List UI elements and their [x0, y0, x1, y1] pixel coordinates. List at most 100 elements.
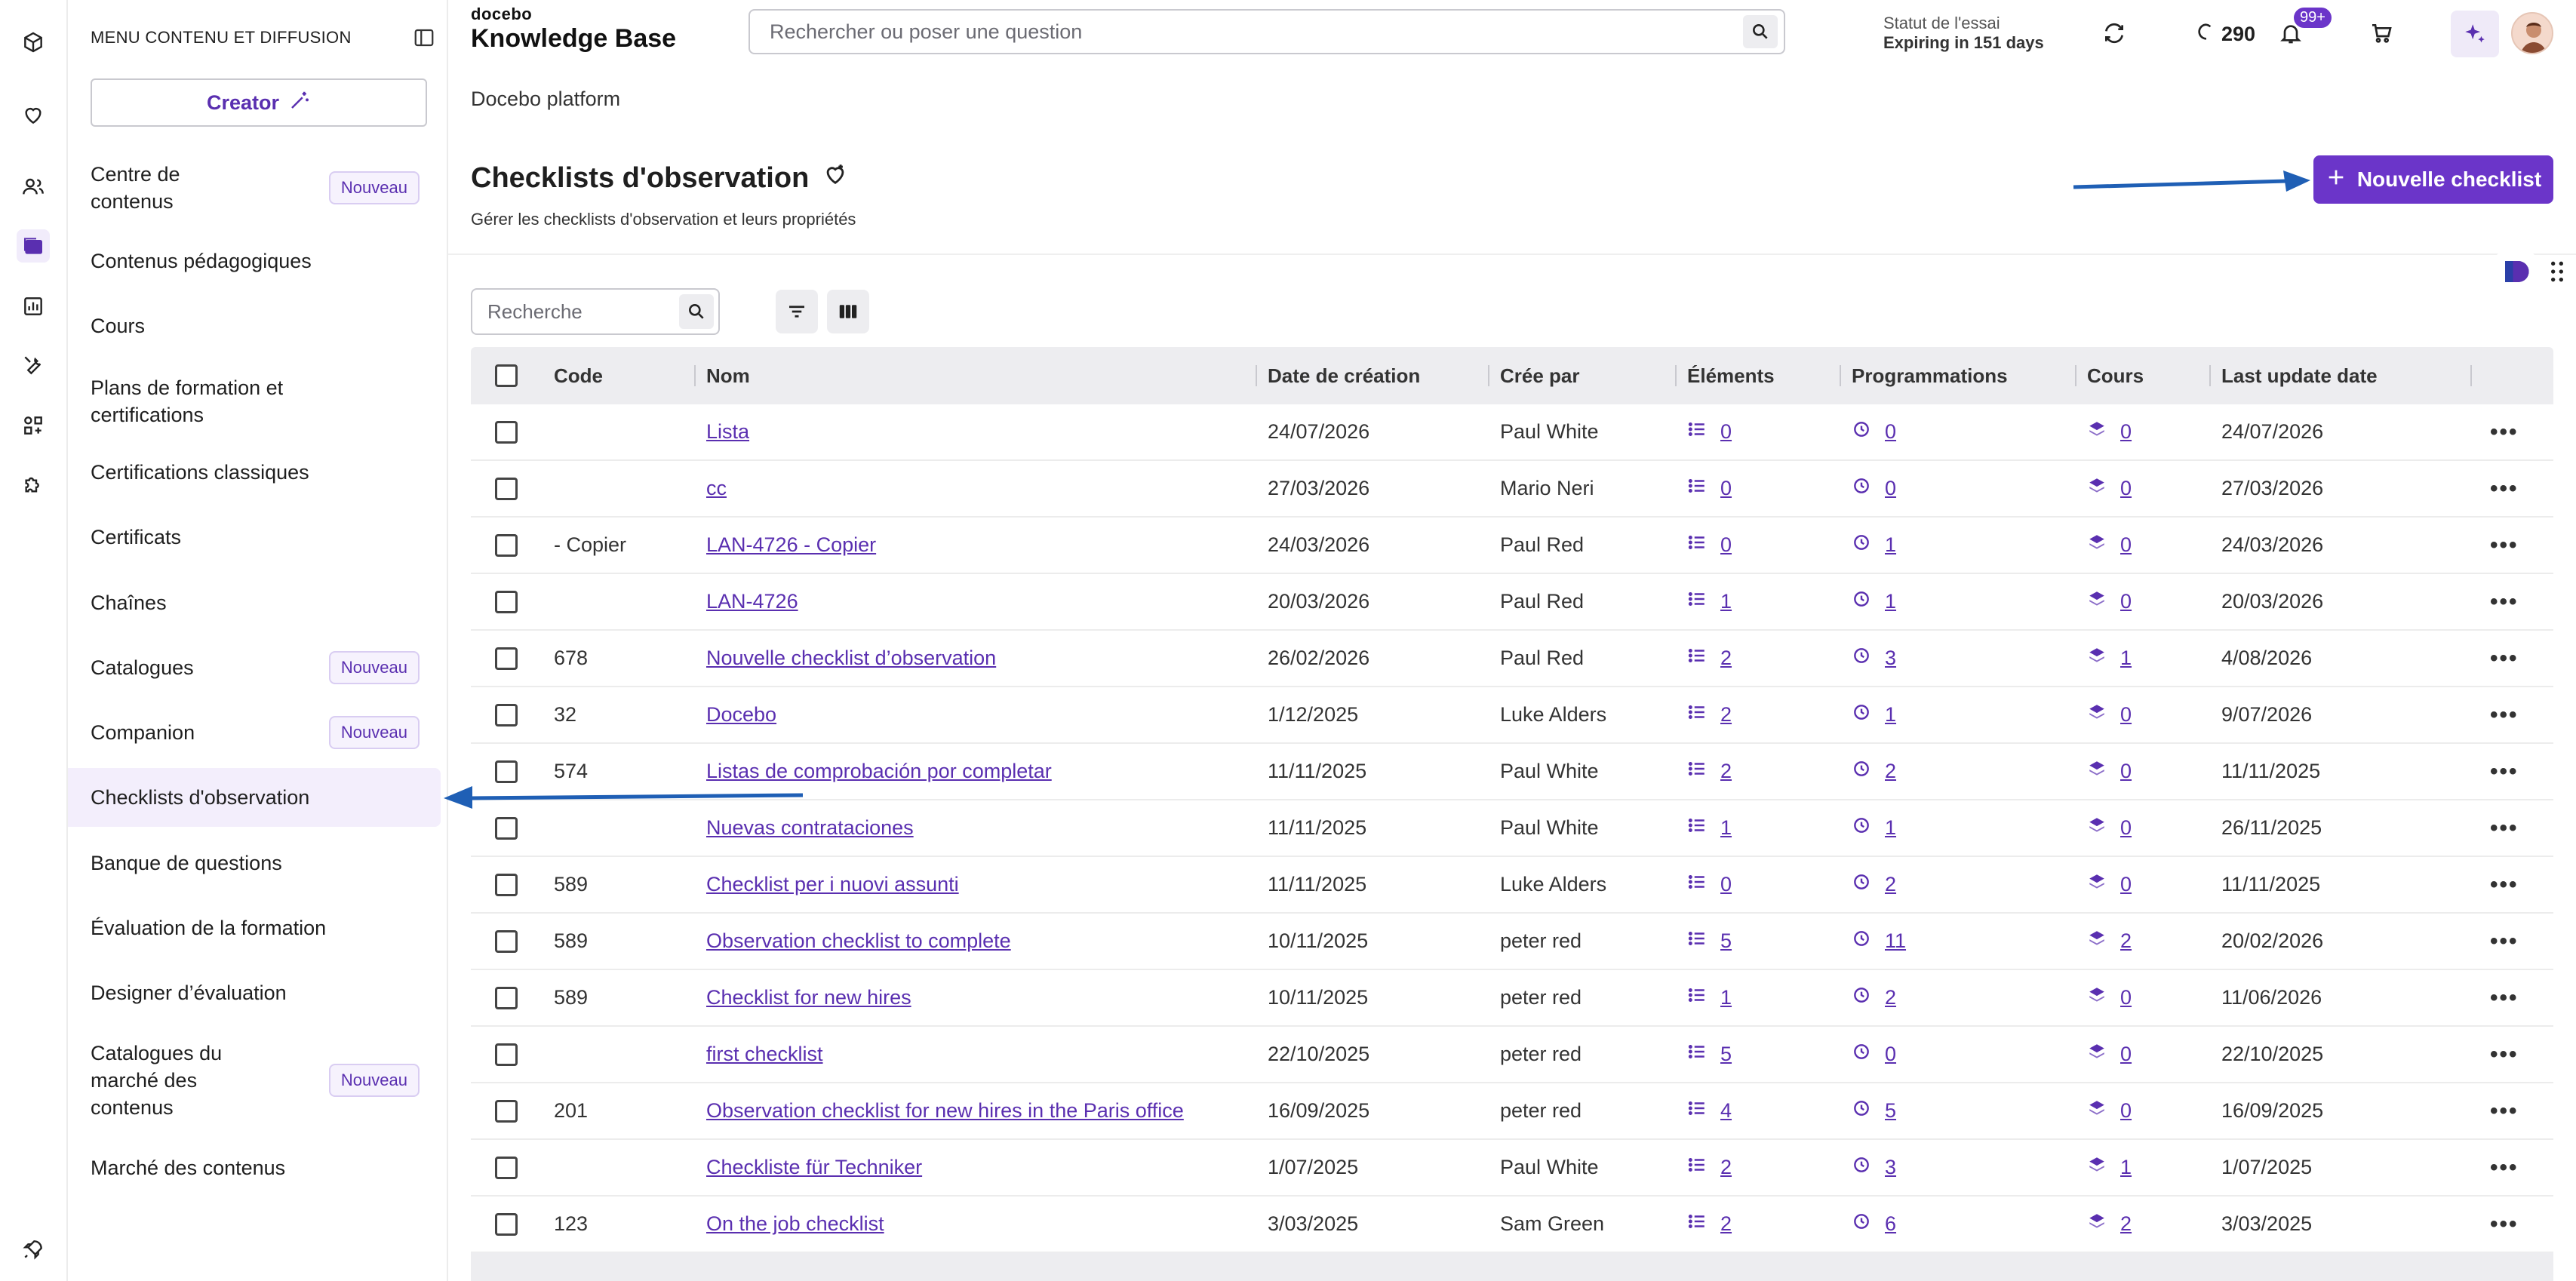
favorite-heart-icon[interactable] [822, 161, 848, 195]
courses-count-link[interactable]: 0 [2120, 760, 2132, 783]
courses-count-link[interactable]: 2 [2120, 1212, 2132, 1236]
content-icon[interactable] [17, 229, 50, 263]
schedules-count-link[interactable]: 5 [1885, 1099, 1896, 1123]
table-search-input[interactable]: Recherche [471, 288, 720, 335]
more-actions-icon[interactable]: ••• [2490, 816, 2519, 841]
elements-count-link[interactable]: 1 [1720, 590, 1732, 613]
menu-item-cours[interactable]: Cours [68, 299, 441, 353]
global-search-input[interactable]: Rechercher ou poser une question [749, 9, 1785, 54]
table-row[interactable]: 589 Checklist for new hires 10/11/2025 pete… [471, 970, 2553, 1027]
column-header-last-update[interactable]: Last update date [2221, 347, 2378, 404]
row-checkbox[interactable] [495, 404, 518, 459]
checklist-name-link[interactable]: Checklist for new hires [706, 986, 911, 1009]
avatar[interactable] [2511, 12, 2553, 54]
more-actions-icon[interactable]: ••• [2490, 646, 2519, 671]
courses-count-link[interactable]: 0 [2120, 986, 2132, 1009]
breadcrumb[interactable]: Docebo platform [471, 88, 620, 111]
checklist-name-link[interactable]: Observation checklist for new hires in t… [706, 1099, 1184, 1123]
elements-count-link[interactable]: 5 [1720, 1043, 1732, 1066]
table-row[interactable]: 589 Checklist per i nuovi assunti 11/11/20… [471, 857, 2553, 914]
schedules-count-link[interactable]: 0 [1885, 420, 1896, 444]
column-header-programmations[interactable]: Programmations [1852, 347, 2008, 404]
column-header-date-creation[interactable]: Date de création [1268, 347, 1420, 404]
users-icon[interactable] [17, 170, 50, 204]
menu-item-designer-evaluation[interactable]: Designer d’évaluation [68, 966, 441, 1020]
table-row[interactable]: LAN-4726 20/03/2026 Paul Red 1 1 0 20/03/2026 •… [471, 574, 2553, 631]
more-actions-icon[interactable]: ••• [2490, 589, 2519, 615]
table-row[interactable]: 201 Observation checklist for new hires i… [471, 1083, 2553, 1140]
elements-count-link[interactable]: 0 [1720, 420, 1732, 444]
search-icon[interactable] [679, 294, 714, 329]
schedules-count-link[interactable]: 1 [1885, 816, 1896, 840]
menu-item-evaluation-formation[interactable]: Évaluation de la formation [68, 901, 441, 955]
puzzle-icon[interactable] [17, 468, 50, 501]
ai-assistant-sparkle-icon[interactable] [2451, 11, 2499, 57]
row-checkbox[interactable] [495, 857, 518, 912]
courses-count-link[interactable]: 0 [2120, 1043, 2132, 1066]
menu-item-plans-formation[interactable]: Plans de formation et certifications [68, 367, 441, 436]
reports-icon[interactable] [17, 290, 50, 323]
table-row[interactable]: Lista 24/07/2026 Paul White 0 0 0 24/07/2026 ••… [471, 404, 2553, 461]
column-header-cours[interactable]: Cours [2087, 347, 2144, 404]
more-actions-icon[interactable]: ••• [2490, 419, 2519, 445]
elements-count-link[interactable]: 2 [1720, 703, 1732, 727]
menu-item-centre-contenus[interactable]: Centre de contenus Nouveau [68, 157, 441, 219]
schedules-count-link[interactable]: 0 [1885, 1043, 1896, 1066]
help-widget-icon[interactable] [2496, 252, 2535, 291]
menu-item-chaines[interactable]: Chaînes [68, 576, 441, 630]
courses-count-link[interactable]: 0 [2120, 703, 2132, 727]
row-checkbox[interactable] [495, 518, 518, 573]
tools-icon[interactable] [17, 349, 50, 382]
collapse-sidebar-icon[interactable] [410, 24, 438, 51]
schedules-count-link[interactable]: 11 [1885, 929, 1906, 953]
courses-count-link[interactable]: 2 [2120, 929, 2132, 953]
table-row[interactable]: 32 Docebo 1/12/2025 Luke Alders 2 1 0 9/07/2026… [471, 687, 2553, 744]
schedules-count-link[interactable]: 3 [1885, 1156, 1896, 1179]
more-actions-icon[interactable]: ••• [2490, 872, 2519, 898]
menu-item-certificats[interactable]: Certificats [68, 510, 441, 564]
row-checkbox[interactable] [495, 970, 518, 1025]
elements-count-link[interactable]: 5 [1720, 929, 1732, 953]
more-actions-icon[interactable]: ••• [2490, 1155, 2519, 1181]
menu-item-marche-contenus[interactable]: Marché des contenus [68, 1141, 441, 1195]
checklist-name-link[interactable]: Docebo [706, 703, 776, 727]
more-actions-icon[interactable]: ••• [2490, 985, 2519, 1011]
search-icon[interactable] [1743, 15, 1778, 48]
elements-count-link[interactable]: 0 [1720, 873, 1732, 896]
row-checkbox[interactable] [495, 914, 518, 969]
column-header-elements[interactable]: Éléments [1687, 347, 1775, 404]
menu-item-companion[interactable]: Companion Nouveau [68, 705, 441, 760]
column-header-code[interactable]: Code [554, 347, 603, 404]
more-actions-icon[interactable]: ••• [2490, 702, 2519, 728]
menu-item-contenus-pedagogiques[interactable]: Contenus pédagogiques [68, 234, 441, 288]
columns-icon[interactable] [827, 290, 869, 333]
row-checkbox[interactable] [495, 1083, 518, 1138]
checklist-name-link[interactable]: Nouvelle checklist d’observation [706, 647, 996, 670]
table-row[interactable]: 123 On the job checklist 3/03/2025 Sam Gree… [471, 1197, 2553, 1253]
more-actions-icon[interactable]: ••• [2490, 929, 2519, 954]
checklist-name-link[interactable]: Checklist per i nuovi assunti [706, 873, 959, 896]
more-actions-icon[interactable]: ••• [2490, 1042, 2519, 1068]
schedules-count-link[interactable]: 1 [1885, 703, 1896, 727]
more-actions-icon[interactable]: ••• [2490, 476, 2519, 502]
checklist-name-link[interactable]: Nuevas contrataciones [706, 816, 914, 840]
courses-count-link[interactable]: 0 [2120, 420, 2132, 444]
elements-count-link[interactable]: 2 [1720, 647, 1732, 670]
checklist-name-link[interactable]: On the job checklist [706, 1212, 884, 1236]
row-checkbox[interactable] [495, 574, 518, 629]
filter-icon[interactable] [776, 290, 818, 333]
row-checkbox[interactable] [495, 687, 518, 742]
checklist-name-link[interactable]: Observation checklist to complete [706, 929, 1011, 953]
schedules-count-link[interactable]: 0 [1885, 477, 1896, 500]
column-header-nom[interactable]: Nom [706, 347, 750, 404]
menu-item-banque-questions[interactable]: Banque de questions [68, 836, 441, 890]
schedules-count-link[interactable]: 1 [1885, 533, 1896, 557]
new-checklist-button[interactable]: Nouvelle checklist [2313, 155, 2553, 204]
elements-count-link[interactable]: 0 [1720, 477, 1732, 500]
schedules-count-link[interactable]: 1 [1885, 590, 1896, 613]
table-row[interactable]: Checkliste für Techniker 1/07/2025 Paul Wh… [471, 1140, 2553, 1197]
creator-button[interactable]: Creator [91, 78, 427, 127]
menu-item-certifications-classiques[interactable]: Certifications classiques [68, 445, 441, 499]
table-row[interactable]: cc 27/03/2026 Mario Neri 0 0 0 27/03/2026 ••• [471, 461, 2553, 518]
checklist-name-link[interactable]: LAN-4726 [706, 590, 798, 613]
